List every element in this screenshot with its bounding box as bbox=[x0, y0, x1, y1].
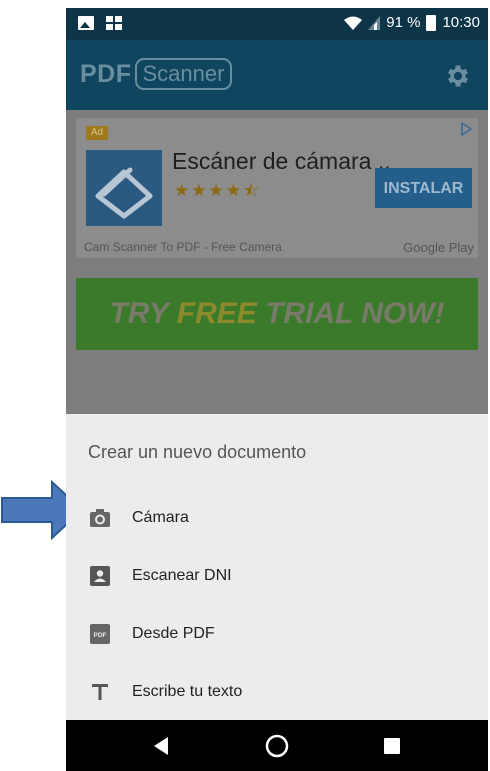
ad-card[interactable]: Ad Escáner de cámara .. ★★★★⯪ INSTALAR C… bbox=[76, 118, 478, 258]
app-title-scanner: Scanner bbox=[134, 58, 233, 90]
image-notification-icon bbox=[78, 16, 94, 30]
svg-text:PDF: PDF bbox=[94, 632, 107, 639]
ad-badge: Ad bbox=[86, 126, 108, 140]
menu-item-label: Escribe tu texto bbox=[132, 683, 243, 700]
back-icon bbox=[154, 736, 168, 755]
main-content: Ad Escáner de cámara .. ★★★★⯪ INSTALAR C… bbox=[66, 110, 488, 414]
app-title-pdf: PDF bbox=[80, 59, 132, 88]
menu-item-scan-id[interactable]: Escanear DNI bbox=[66, 548, 488, 604]
gear-icon[interactable] bbox=[444, 62, 472, 90]
trial-text-free: FREE bbox=[176, 297, 257, 330]
battery-percent: 91 % bbox=[386, 14, 421, 31]
wifi-icon bbox=[344, 16, 363, 30]
signal-icon bbox=[368, 15, 381, 30]
back-button[interactable] bbox=[121, 720, 201, 771]
text-icon bbox=[88, 680, 112, 704]
app-bar: PDF Scanner bbox=[66, 40, 488, 110]
id-card-icon bbox=[88, 564, 112, 588]
create-document-sheet: Crear un nuevo documento Cámara Escanear… bbox=[66, 414, 488, 720]
home-icon bbox=[265, 734, 289, 757]
recents-icon bbox=[384, 737, 400, 754]
ad-title: Escáner de cámara .. bbox=[172, 148, 391, 174]
app-title: PDF Scanner bbox=[80, 58, 233, 90]
gallery-notification-icon bbox=[106, 16, 122, 30]
ad-app-icon[interactable] bbox=[86, 150, 162, 226]
navigation-bar bbox=[66, 720, 488, 771]
ad-choices-icon[interactable] bbox=[460, 122, 472, 136]
menu-item-from-pdf[interactable]: PDF Desde PDF bbox=[66, 606, 488, 662]
menu-item-write-text[interactable]: Escribe tu texto bbox=[66, 664, 488, 720]
clock: 10:30 bbox=[442, 14, 480, 31]
camera-icon bbox=[88, 506, 112, 530]
recents-button[interactable] bbox=[352, 720, 432, 771]
phone-screen: 91 % 10:30 PDF Scanner Ad Escáner de cám… bbox=[66, 8, 488, 771]
scanner-icon bbox=[95, 167, 153, 219]
status-bar: 91 % 10:30 bbox=[66, 8, 488, 40]
trial-text-try: TRY bbox=[109, 297, 177, 330]
home-button[interactable] bbox=[237, 720, 317, 771]
ad-description: Cam Scanner To PDF - Free Camera bbox=[84, 240, 282, 254]
install-button[interactable]: INSTALAR bbox=[375, 168, 472, 208]
free-trial-banner[interactable]: TRY FREE TRIAL NOW! bbox=[76, 278, 478, 350]
pdf-icon: PDF bbox=[88, 622, 112, 646]
battery-icon bbox=[426, 14, 437, 31]
sheet-title: Crear un nuevo documento bbox=[88, 442, 307, 462]
ad-rating-stars: ★★★★⯪ bbox=[174, 181, 262, 200]
trial-text-rest: TRIAL NOW! bbox=[256, 297, 445, 330]
menu-item-label: Cámara bbox=[132, 509, 189, 526]
ad-store-label: Google Play bbox=[403, 240, 474, 255]
menu-item-camera[interactable]: Cámara bbox=[66, 490, 488, 546]
menu-item-label: Escanear DNI bbox=[132, 567, 232, 584]
menu-item-label: Desde PDF bbox=[132, 625, 215, 642]
